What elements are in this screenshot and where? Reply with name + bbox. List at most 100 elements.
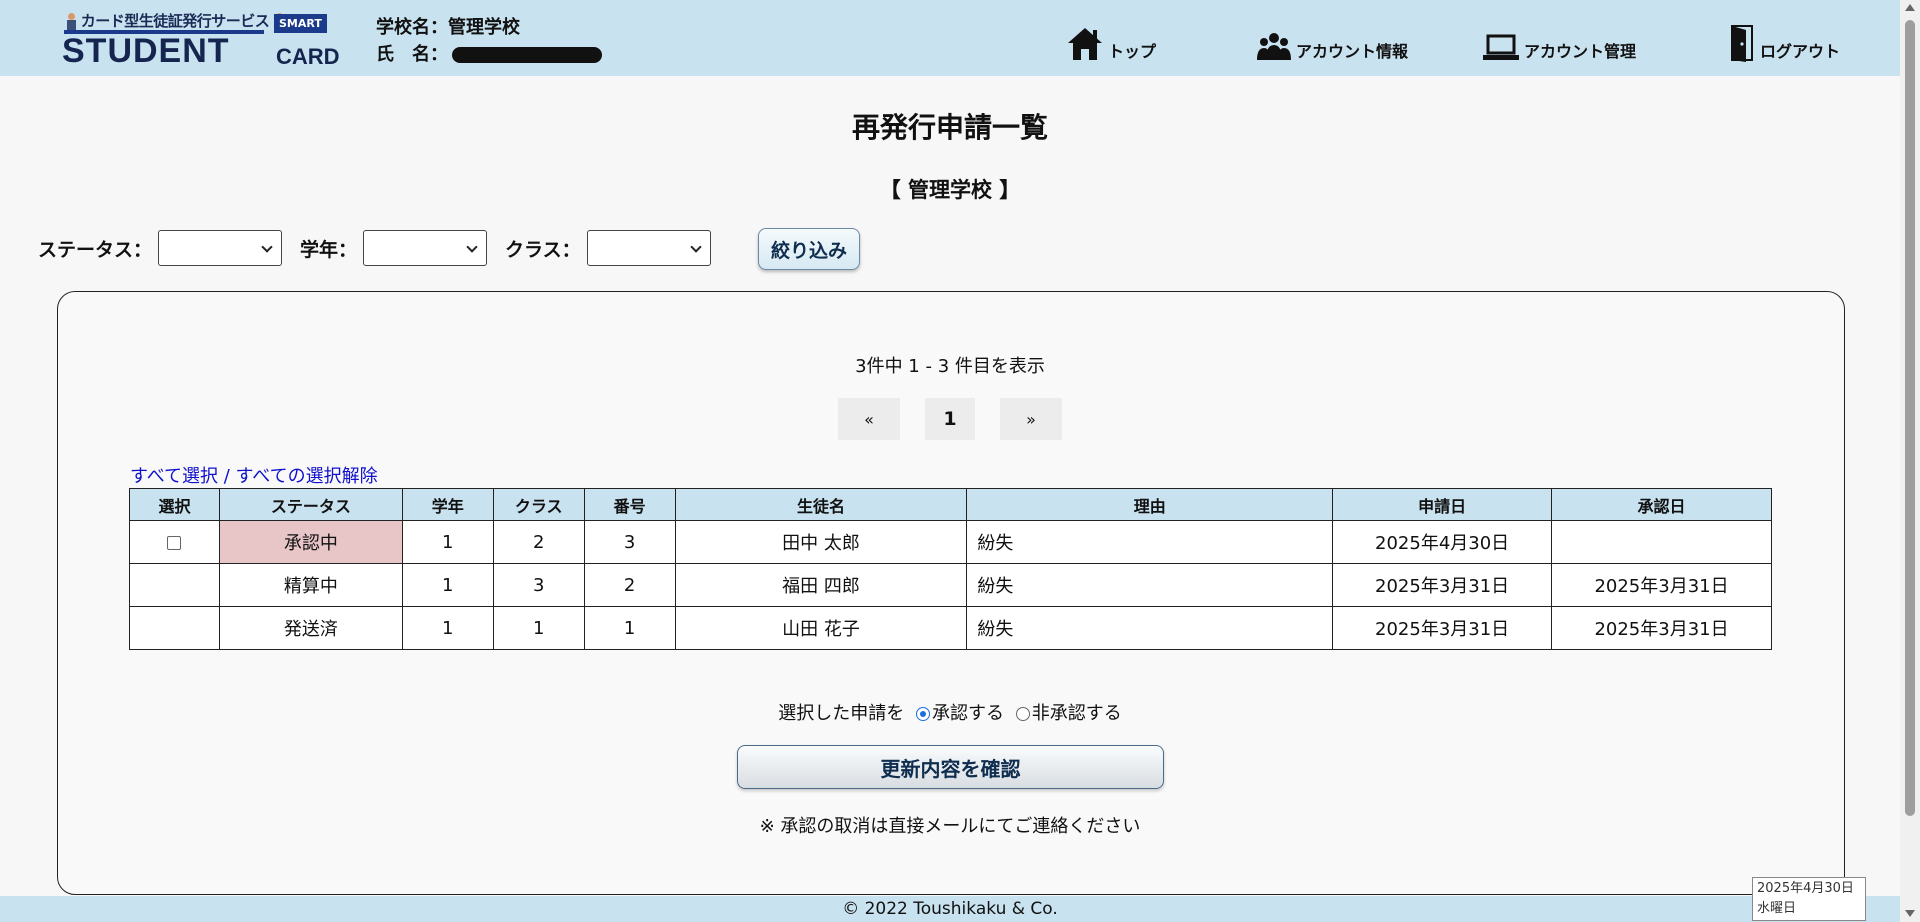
reject-radio[interactable] bbox=[1015, 707, 1030, 721]
row-checkbox[interactable] bbox=[167, 535, 182, 550]
nav-logout[interactable]: ログアウト bbox=[1728, 0, 1840, 76]
scroll-up-arrow-icon[interactable] bbox=[1905, 4, 1915, 11]
applied-date-cell: 2025年4月30日 bbox=[1332, 520, 1553, 564]
copyright: © 2022 Toushikaku & Co. bbox=[842, 899, 1058, 919]
row-select-cell bbox=[129, 563, 220, 607]
pager-page-1[interactable]: 1 bbox=[925, 398, 975, 440]
reason-cell: 紛失 bbox=[966, 563, 1334, 607]
footer: © 2022 Toushikaku & Co. bbox=[0, 896, 1900, 922]
class-filter-select[interactable] bbox=[586, 230, 711, 266]
number-cell: 1 bbox=[583, 606, 676, 650]
status-cell: 発送済 bbox=[218, 606, 403, 650]
laptop-icon bbox=[1483, 34, 1519, 60]
applied-date-cell: 2025年3月31日 bbox=[1332, 563, 1553, 607]
class-cell: 2 bbox=[492, 520, 585, 564]
nav-top[interactable]: トップ bbox=[1066, 0, 1156, 76]
col-class: クラス bbox=[492, 488, 585, 521]
approve-radio[interactable] bbox=[916, 707, 930, 721]
approve-label[interactable]: 承認する bbox=[932, 703, 1004, 724]
deselect-all-link[interactable]: すべての選択解除 bbox=[236, 466, 378, 487]
status-filter-select[interactable] bbox=[158, 230, 283, 266]
col-grade: 学年 bbox=[401, 488, 494, 521]
class-filter-label: クラス： bbox=[505, 238, 581, 261]
table-header-row: 選択 ステータス 学年 クラス 番号 生徒名 理由 申請日 承認日 bbox=[129, 488, 1772, 521]
col-status: ステータス bbox=[218, 488, 403, 521]
pager-prev[interactable]: « bbox=[838, 398, 900, 440]
select-links: すべて選択 / すべての選択解除 bbox=[130, 462, 378, 488]
nav-top-label: トップ bbox=[1108, 42, 1157, 61]
student-name-cell: 山田 花子 bbox=[674, 606, 968, 650]
users-icon bbox=[1257, 33, 1291, 60]
number-cell: 3 bbox=[583, 520, 676, 564]
school-value: 管理学校 bbox=[448, 17, 520, 38]
logo-tagline: カード型生徒証発行サービス bbox=[80, 12, 270, 30]
link-separator: / bbox=[218, 466, 236, 487]
col-applied-date: 申請日 bbox=[1332, 488, 1553, 521]
table-row: 発送済 1 1 1 山田 花子 紛失 2025年3月31日 2025年3月31日 bbox=[129, 606, 1772, 650]
page-scrollbar[interactable] bbox=[1900, 0, 1920, 922]
class-cell: 3 bbox=[492, 563, 585, 607]
col-reason: 理由 bbox=[966, 488, 1334, 521]
logout-door-icon bbox=[1731, 25, 1753, 62]
table-row: 精算中 1 3 2 福田 四郎 紛失 2025年3月31日 2025年3月31日 bbox=[129, 563, 1772, 607]
student-card-logo[interactable]: カード型生徒証発行サービス SMART STUDENT CARD bbox=[62, 8, 340, 72]
action-prefix: 選択した申請を bbox=[778, 703, 905, 724]
student-name-cell: 田中 太郎 bbox=[674, 520, 968, 564]
reason-cell: 紛失 bbox=[966, 520, 1334, 564]
student-name-cell: 福田 四郎 bbox=[674, 563, 968, 607]
status-cell: 精算中 bbox=[218, 563, 403, 607]
table-row: 承認中 1 2 3 田中 太郎 紛失 2025年4月30日 bbox=[129, 520, 1772, 564]
confirm-update-button[interactable]: 更新内容を確認 bbox=[737, 745, 1164, 789]
nav-account-management[interactable]: アカウント管理 bbox=[1482, 0, 1636, 76]
col-student-name: 生徒名 bbox=[674, 488, 968, 521]
col-number: 番号 bbox=[583, 488, 676, 521]
result-count: 3件中 1 - 3 件目を表示 bbox=[855, 356, 1045, 377]
grade-filter-select[interactable] bbox=[363, 230, 488, 266]
nav-account-management-label: アカウント管理 bbox=[1524, 42, 1637, 61]
applied-date-cell: 2025年3月31日 bbox=[1332, 606, 1553, 650]
date-tooltip: 2025年4月30日 水曜日 bbox=[1752, 877, 1866, 921]
approved-date-cell: 2025年3月31日 bbox=[1551, 563, 1772, 607]
status-filter-label: ステータス： bbox=[38, 238, 153, 261]
nav-account-info[interactable]: アカウント情報 bbox=[1256, 0, 1408, 76]
cancel-note: ※ 承認の取消は直接メールにてご連絡ください bbox=[759, 816, 1141, 837]
student-figure-icon bbox=[66, 12, 76, 31]
reject-label[interactable]: 非承認する bbox=[1032, 703, 1122, 724]
school-name-heading: 【 管理学校 】 bbox=[879, 178, 1021, 202]
logo-badge: SMART bbox=[274, 14, 327, 33]
logo-sub-text: CARD bbox=[276, 44, 340, 69]
pager-next[interactable]: » bbox=[1000, 398, 1062, 440]
name-label: 氏 名： bbox=[376, 44, 448, 65]
col-approved-date: 承認日 bbox=[1551, 488, 1772, 521]
select-all-link[interactable]: すべて選択 bbox=[130, 466, 218, 487]
home-icon bbox=[1068, 28, 1102, 60]
approved-date-cell bbox=[1551, 520, 1772, 564]
tooltip-date: 2025年4月30日 bbox=[1757, 881, 1854, 896]
grade-cell: 1 bbox=[401, 563, 494, 607]
row-select-cell bbox=[129, 520, 220, 564]
approved-date-cell: 2025年3月31日 bbox=[1551, 606, 1772, 650]
scroll-down-arrow-icon[interactable] bbox=[1905, 910, 1915, 917]
number-cell: 2 bbox=[583, 563, 676, 607]
redacted-name bbox=[452, 46, 602, 63]
row-select-cell bbox=[129, 606, 220, 650]
filter-button[interactable]: 絞り込み bbox=[758, 228, 860, 270]
logo-main-text: STUDENT bbox=[62, 32, 230, 70]
nav-logout-label: ログアウト bbox=[1760, 42, 1841, 61]
grade-cell: 1 bbox=[401, 606, 494, 650]
school-info: 学校名： 管理学校 氏 名： bbox=[376, 14, 602, 68]
class-cell: 1 bbox=[492, 606, 585, 650]
reissue-request-table: 選択 ステータス 学年 クラス 番号 生徒名 理由 申請日 承認日 承認中 1 … bbox=[129, 488, 1772, 650]
header: カード型生徒証発行サービス SMART STUDENT CARD 学校名： 管理… bbox=[0, 0, 1900, 76]
col-select: 選択 bbox=[129, 488, 220, 521]
nav-account-info-label: アカウント情報 bbox=[1296, 42, 1409, 61]
tooltip-weekday: 水曜日 bbox=[1757, 901, 1797, 916]
status-cell: 承認中 bbox=[218, 520, 403, 564]
scroll-thumb[interactable] bbox=[1905, 20, 1915, 816]
filter-bar: ステータス： 学年： クラス： bbox=[38, 230, 729, 266]
grade-cell: 1 bbox=[401, 520, 494, 564]
reason-cell: 紛失 bbox=[966, 606, 1334, 650]
approval-action-row: 選択した申請を 承認する 非承認する bbox=[0, 699, 1900, 725]
grade-filter-label: 学年： bbox=[300, 238, 358, 261]
page-title: 再発行申請一覧 bbox=[851, 111, 1048, 144]
